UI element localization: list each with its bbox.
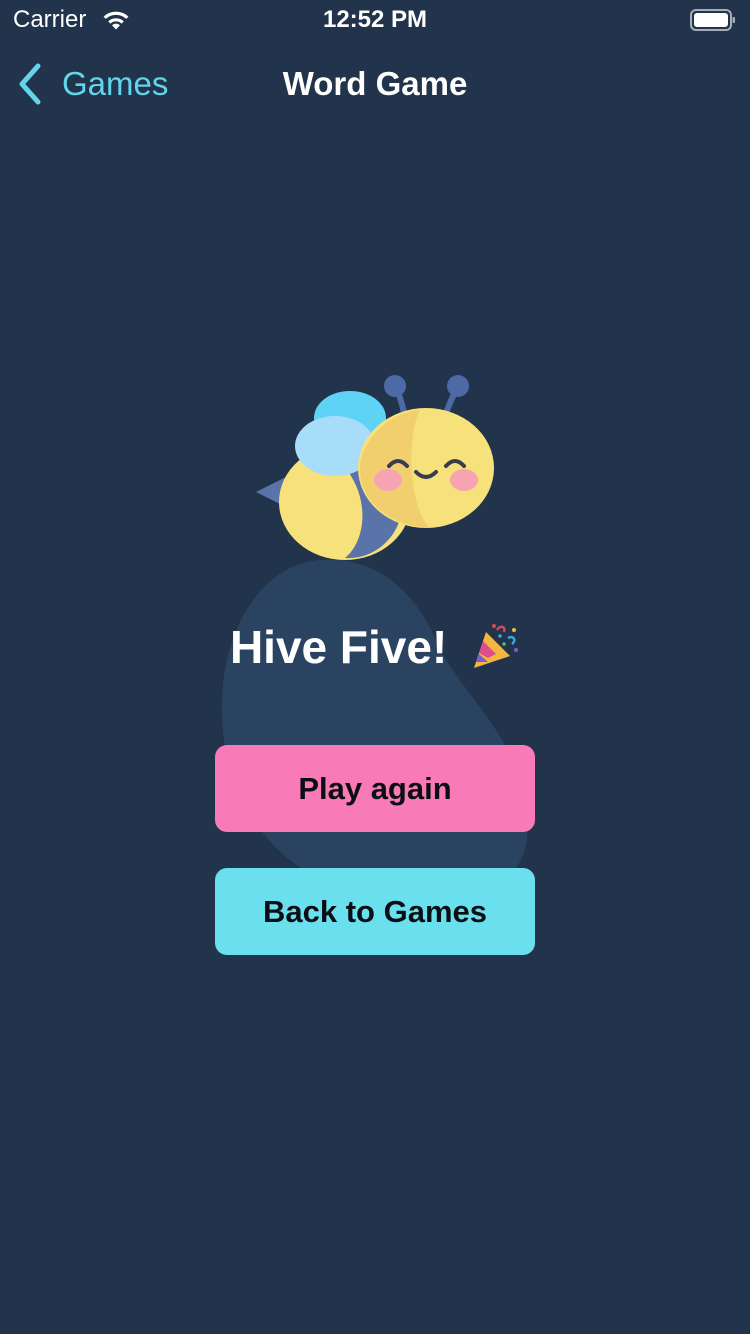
status-bar: Carrier 12:52 PM xyxy=(0,0,750,40)
word-game-result-screen: Carrier 12:52 PM Games Word Game Hive Fi… xyxy=(0,0,750,1334)
clock: 12:52 PM xyxy=(322,6,428,33)
result-title-text: Hive Five! xyxy=(229,621,448,673)
back-to-games-button[interactable]: Back to Games xyxy=(215,868,535,955)
party-popper-icon xyxy=(474,623,519,668)
bee-illustration xyxy=(256,375,494,560)
battery-icon xyxy=(690,9,735,31)
play-again-button[interactable]: Play again xyxy=(215,745,535,832)
page-title: Word Game xyxy=(282,65,468,102)
navigation-bar: Games Word Game xyxy=(0,40,750,128)
result-heading: Hive Five! xyxy=(0,618,750,676)
